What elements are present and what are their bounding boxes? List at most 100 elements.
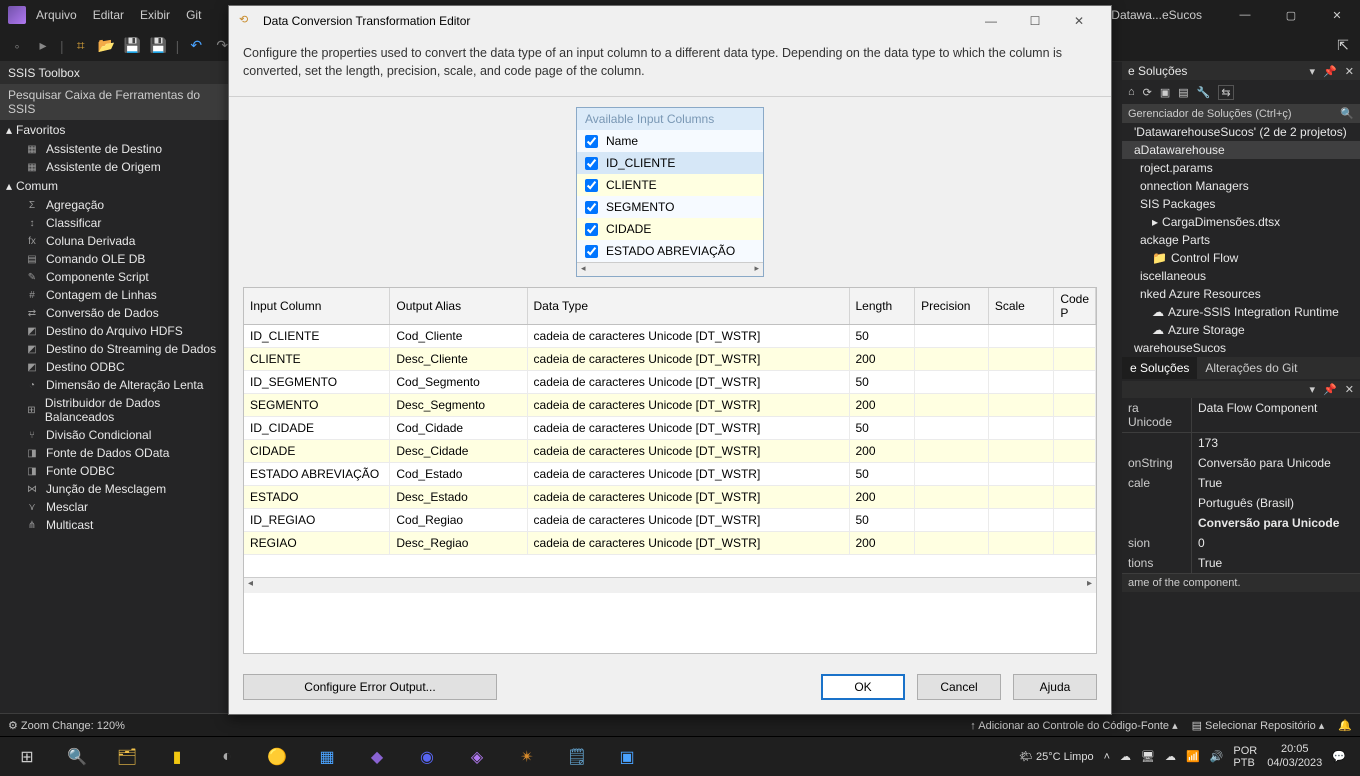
explorer-icon[interactable]: 🗂 [104, 738, 150, 776]
grid-cell[interactable] [988, 417, 1053, 440]
grid-cell[interactable] [988, 440, 1053, 463]
grid-cell[interactable] [988, 532, 1053, 555]
grid-cell[interactable]: Cod_Segmento [390, 371, 527, 394]
toolbox-item[interactable]: ⋈Junção de Mesclagem [0, 480, 228, 498]
close-icon[interactable]: ✕ [1345, 383, 1354, 396]
toolbox-item[interactable]: ΣAgregação [0, 196, 228, 214]
grid-cell[interactable]: cadeia de caracteres Unicode [DT_WSTR] [527, 325, 849, 348]
hdr-precision[interactable]: Precision [915, 288, 989, 325]
grid-cell[interactable] [915, 463, 989, 486]
search-icon[interactable]: 🔍 [54, 738, 100, 776]
pin-icon[interactable]: 📌 [1323, 65, 1337, 78]
grid-cell[interactable]: cadeia de caracteres Unicode [DT_WSTR] [527, 532, 849, 555]
col-check[interactable] [585, 201, 598, 214]
grid-cell[interactable] [1054, 394, 1096, 417]
refresh-icon[interactable]: ⟳ [1143, 86, 1152, 99]
start-icon[interactable]: ⊞ [4, 738, 50, 776]
toolbox-item[interactable]: ◔Dimensão de Alteração Lenta [0, 376, 228, 394]
props-icon[interactable]: 🔧 [1197, 86, 1211, 99]
powershell-icon[interactable]: ▣ [604, 738, 650, 776]
vs-icon[interactable]: ◈ [454, 738, 500, 776]
grid-cell[interactable]: cadeia de caracteres Unicode [DT_WSTR] [527, 371, 849, 394]
toolbox-item[interactable]: ✎Componente Script [0, 268, 228, 286]
grid-cell[interactable]: cadeia de caracteres Unicode [DT_WSTR] [527, 394, 849, 417]
notif-icon[interactable]: 💬 [1332, 750, 1346, 763]
grid-cell[interactable]: Desc_Estado [390, 486, 527, 509]
close-icon[interactable]: ✕ [1345, 65, 1354, 78]
grid-cell[interactable]: cadeia de caracteres Unicode [DT_WSTR] [527, 417, 849, 440]
grid-row[interactable]: SEGMENTODesc_Segmentocadeia de caractere… [244, 394, 1096, 417]
chrome-icon[interactable]: 🟡 [254, 738, 300, 776]
tree-node[interactable]: SIS Packages [1122, 195, 1360, 213]
grid-cell[interactable]: ID_REGIAO [244, 509, 390, 532]
toolbox-icon[interactable]: ⌗ [72, 37, 90, 54]
grid-row[interactable]: ID_CLIENTECod_Clientecadeia de caractere… [244, 325, 1096, 348]
grid-cell[interactable]: Cod_Cliente [390, 325, 527, 348]
onedrive2-icon[interactable]: ☁ [1165, 750, 1176, 763]
nav-back-icon[interactable]: ◦ [8, 38, 26, 54]
tree-root[interactable]: 'DatawarehouseSucos' (2 de 2 projetos) [1122, 123, 1360, 141]
grid-row[interactable]: CLIENTEDesc_Clientecadeia de caracteres … [244, 348, 1096, 371]
help-button[interactable]: Ajuda [1013, 674, 1097, 700]
grid-row[interactable]: ID_SEGMENTOCod_Segmentocadeia de caracte… [244, 371, 1096, 394]
grid-cell[interactable] [988, 463, 1053, 486]
cancel-button[interactable]: Cancel [917, 674, 1001, 700]
tree-node[interactable]: aDatawarehouse [1122, 141, 1360, 159]
grid-cell[interactable] [915, 486, 989, 509]
grid-cell[interactable]: cadeia de caracteres Unicode [DT_WSTR] [527, 348, 849, 371]
showall-icon[interactable]: ▤ [1178, 86, 1188, 99]
dropdown-icon[interactable]: ▾ [1310, 65, 1316, 78]
grid-row[interactable]: ESTADODesc_Estadocadeia de caracteres Un… [244, 486, 1096, 509]
grid-scrollbar[interactable]: ◂▸ [244, 577, 1096, 593]
col-check[interactable] [585, 223, 598, 236]
weather-icon[interactable]: 🌤 25°C Limpo [1019, 750, 1094, 763]
grid-cell[interactable]: Desc_Cidade [390, 440, 527, 463]
toolbox-item[interactable]: ⊞Distribuidor de Dados Balanceados [0, 394, 228, 426]
grid-cell[interactable]: cadeia de caracteres Unicode [DT_WSTR] [527, 509, 849, 532]
tree-node[interactable]: ackage Parts [1122, 231, 1360, 249]
toolbox-item[interactable]: ⋔Multicast [0, 516, 228, 534]
solution-search[interactable]: Gerenciador de Soluções (Ctrl+ç)🔍 [1122, 104, 1360, 123]
grid-cell[interactable]: REGIAO [244, 532, 390, 555]
grid-cell[interactable]: 50 [849, 371, 915, 394]
collapse-icon[interactable]: ▣ [1160, 86, 1170, 99]
grid-cell[interactable]: 50 [849, 325, 915, 348]
toolbox-item[interactable]: ⋎Mesclar [0, 498, 228, 516]
toolbox-item[interactable]: ◩Destino do Streaming de Dados [0, 340, 228, 358]
prop-object[interactable]: ra UnicodeData Flow Component [1122, 398, 1360, 432]
grid-cell[interactable]: 200 [849, 486, 915, 509]
favorites-section[interactable]: ▴ Favoritos [0, 120, 228, 140]
tree-node[interactable]: 📁 Control Flow [1122, 249, 1360, 267]
save-all-icon[interactable]: 💾 [150, 37, 168, 54]
menu-edit[interactable]: Editar [93, 8, 124, 22]
tree-node[interactable]: warehouseSucos [1122, 339, 1360, 357]
min-icon[interactable]: ― [1222, 0, 1268, 30]
grid-cell[interactable]: 50 [849, 417, 915, 440]
grid-cell[interactable] [1054, 532, 1096, 555]
hdr-scale[interactable]: Scale [988, 288, 1053, 325]
grid-cell[interactable]: cadeia de caracteres Unicode [DT_WSTR] [527, 486, 849, 509]
common-section[interactable]: ▴ Comum [0, 176, 228, 196]
view-icon[interactable]: ⇆ [1218, 85, 1233, 100]
toolbox-item[interactable]: ⇄Conversão de Dados [0, 304, 228, 322]
onedrive-icon[interactable]: ☁ [1120, 750, 1131, 763]
grid-cell[interactable]: 200 [849, 348, 915, 371]
hdr-input[interactable]: Input Column [244, 288, 390, 325]
grid-cell[interactable]: Cod_Estado [390, 463, 527, 486]
tree-node[interactable]: ☁ Azure Storage [1122, 321, 1360, 339]
share-icon[interactable]: ⇱ [1334, 37, 1352, 54]
configure-error-button[interactable]: Configure Error Output... [243, 674, 497, 700]
headset-icon[interactable]: 🖥 [1141, 750, 1155, 763]
grid-cell[interactable]: Cod_Regiao [390, 509, 527, 532]
tray-clock[interactable]: 20:0504/03/2023 [1267, 743, 1322, 769]
save-icon[interactable]: 💾 [124, 37, 142, 54]
menu-file[interactable]: Arquivo [36, 8, 77, 22]
grid-cell[interactable] [915, 325, 989, 348]
grid-cell[interactable] [1054, 486, 1096, 509]
hdr-type[interactable]: Data Type [527, 288, 849, 325]
grid-cell[interactable]: ID_SEGMENTO [244, 371, 390, 394]
pin-icon[interactable]: 📌 [1323, 383, 1337, 396]
grid-cell[interactable]: ID_CIDADE [244, 417, 390, 440]
grid-cell[interactable] [915, 440, 989, 463]
avail-scrollbar[interactable]: ◂▸ [577, 262, 763, 276]
